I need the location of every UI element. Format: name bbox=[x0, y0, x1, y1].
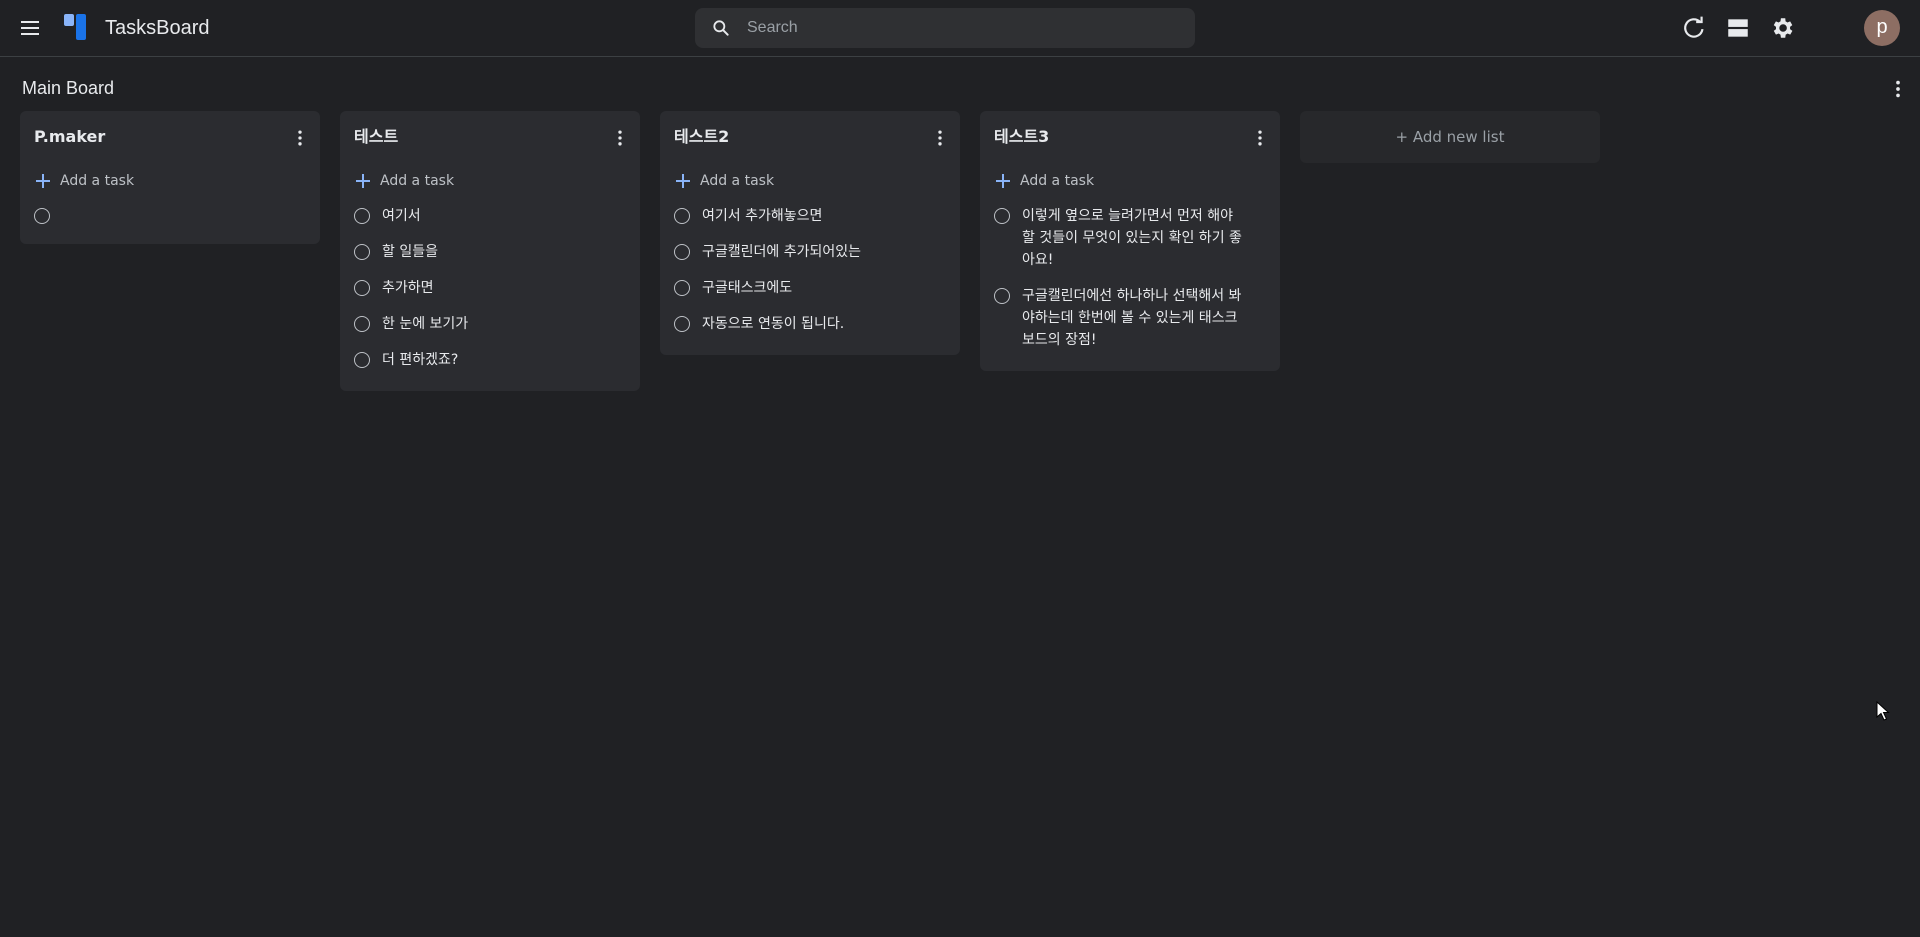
task-text[interactable]: 더 편하겠죠? bbox=[382, 349, 458, 371]
list-title: 테스트3 bbox=[994, 127, 1050, 146]
task-item: 구글태스크에도 bbox=[660, 271, 960, 307]
task-item: 구글캘린더에 추가되어있는 bbox=[660, 235, 960, 271]
task-text[interactable]: 구글태스크에도 bbox=[702, 277, 792, 299]
logo-icon bbox=[64, 14, 86, 40]
task-list: P.maker Add a task bbox=[20, 111, 320, 244]
plus-icon bbox=[36, 174, 50, 188]
plus-icon bbox=[676, 174, 690, 188]
task-item: 할 일들을 bbox=[340, 235, 640, 271]
task-checkbox[interactable] bbox=[354, 316, 370, 332]
task-checkbox[interactable] bbox=[354, 208, 370, 224]
task-item: 여기서 추가해놓으면 bbox=[660, 199, 960, 235]
task-checkbox[interactable] bbox=[354, 244, 370, 260]
list-title: 테스트 bbox=[354, 127, 399, 146]
add-task-button[interactable]: Add a task bbox=[340, 163, 640, 199]
plus-icon bbox=[996, 174, 1010, 188]
view-toggle-icon[interactable] bbox=[1725, 15, 1751, 41]
task-list: 테스트2 Add a task 여기서 추가해놓으면 구글캘린더에 추가되어있는… bbox=[660, 111, 960, 355]
avatar[interactable]: p bbox=[1864, 10, 1900, 46]
add-task-label: Add a task bbox=[380, 173, 455, 189]
task-item: 더 편하겠죠? bbox=[340, 343, 640, 379]
task-item bbox=[20, 199, 320, 232]
task-item: 여기서 bbox=[340, 199, 640, 235]
task-text[interactable]: 한 눈에 보기가 bbox=[382, 313, 468, 335]
task-checkbox[interactable] bbox=[674, 280, 690, 296]
board-title: Main Board bbox=[22, 78, 115, 98]
task-text[interactable]: 이렇게 옆으로 늘려가면서 먼저 해야 할 것들이 무엇이 있는지 확인 하기 … bbox=[1022, 205, 1242, 271]
top-app-bar: TasksBoard p bbox=[0, 0, 1920, 57]
add-task-label: Add a task bbox=[60, 173, 135, 189]
task-checkbox[interactable] bbox=[674, 316, 690, 332]
add-task-button[interactable]: Add a task bbox=[660, 163, 960, 199]
task-checkbox[interactable] bbox=[34, 208, 50, 224]
task-text[interactable]: 할 일들을 bbox=[382, 241, 438, 263]
add-task-button[interactable]: Add a task bbox=[20, 163, 320, 199]
settings-icon[interactable] bbox=[1769, 15, 1795, 41]
list-more-options-icon[interactable] bbox=[290, 127, 310, 149]
task-item: 구글캘린더에선 하나하나 선택해서 봐야하는데 한번에 볼 수 있는게 태스크보… bbox=[980, 279, 1280, 359]
task-checkbox[interactable] bbox=[994, 288, 1010, 304]
task-text[interactable]: 구글캘린더에선 하나하나 선택해서 봐야하는데 한번에 볼 수 있는게 태스크보… bbox=[1022, 285, 1242, 351]
add-task-label: Add a task bbox=[700, 173, 775, 189]
search-bar[interactable] bbox=[695, 8, 1195, 48]
task-text[interactable]: 여기서 추가해놓으면 bbox=[702, 205, 822, 227]
task-checkbox[interactable] bbox=[994, 208, 1010, 224]
menu-icon[interactable] bbox=[16, 14, 44, 42]
list-title: P.maker bbox=[34, 127, 106, 146]
search-icon[interactable] bbox=[711, 18, 731, 38]
task-checkbox[interactable] bbox=[354, 280, 370, 296]
task-item: 추가하면 bbox=[340, 271, 640, 307]
task-text[interactable]: 구글캘린더에 추가되어있는 bbox=[702, 241, 861, 263]
plus-icon bbox=[356, 174, 370, 188]
add-task-label: Add a task bbox=[1020, 173, 1095, 189]
task-list: 테스트 Add a task 여기서 할 일들을 추가하면 한 눈에 보기가 더… bbox=[340, 111, 640, 391]
list-more-options-icon[interactable] bbox=[610, 127, 630, 149]
search-input[interactable] bbox=[747, 8, 1177, 48]
task-text[interactable]: 여기서 bbox=[382, 205, 421, 227]
task-checkbox[interactable] bbox=[674, 244, 690, 260]
task-text[interactable]: 추가하면 bbox=[382, 277, 434, 299]
task-item: 한 눈에 보기가 bbox=[340, 307, 640, 343]
list-more-options-icon[interactable] bbox=[1250, 127, 1270, 149]
mouse-cursor-icon bbox=[1876, 701, 1890, 721]
add-new-list-button[interactable]: + Add new list bbox=[1300, 111, 1600, 163]
add-task-button[interactable]: Add a task bbox=[980, 163, 1280, 199]
task-checkbox[interactable] bbox=[674, 208, 690, 224]
task-text[interactable]: 자동으로 연동이 됩니다. bbox=[702, 313, 844, 335]
list-title: 테스트2 bbox=[674, 127, 730, 146]
board-more-options-icon[interactable] bbox=[1886, 78, 1910, 100]
refresh-icon[interactable] bbox=[1681, 15, 1707, 41]
task-list: 테스트3 Add a task 이렇게 옆으로 늘려가면서 먼저 해야 할 것들… bbox=[980, 111, 1280, 371]
task-item: 자동으로 연동이 됩니다. bbox=[660, 307, 960, 343]
task-item: 이렇게 옆으로 늘려가면서 먼저 해야 할 것들이 무엇이 있는지 확인 하기 … bbox=[980, 199, 1280, 279]
app-title: TasksBoard bbox=[105, 17, 210, 39]
task-checkbox[interactable] bbox=[354, 352, 370, 368]
list-more-options-icon[interactable] bbox=[930, 127, 950, 149]
